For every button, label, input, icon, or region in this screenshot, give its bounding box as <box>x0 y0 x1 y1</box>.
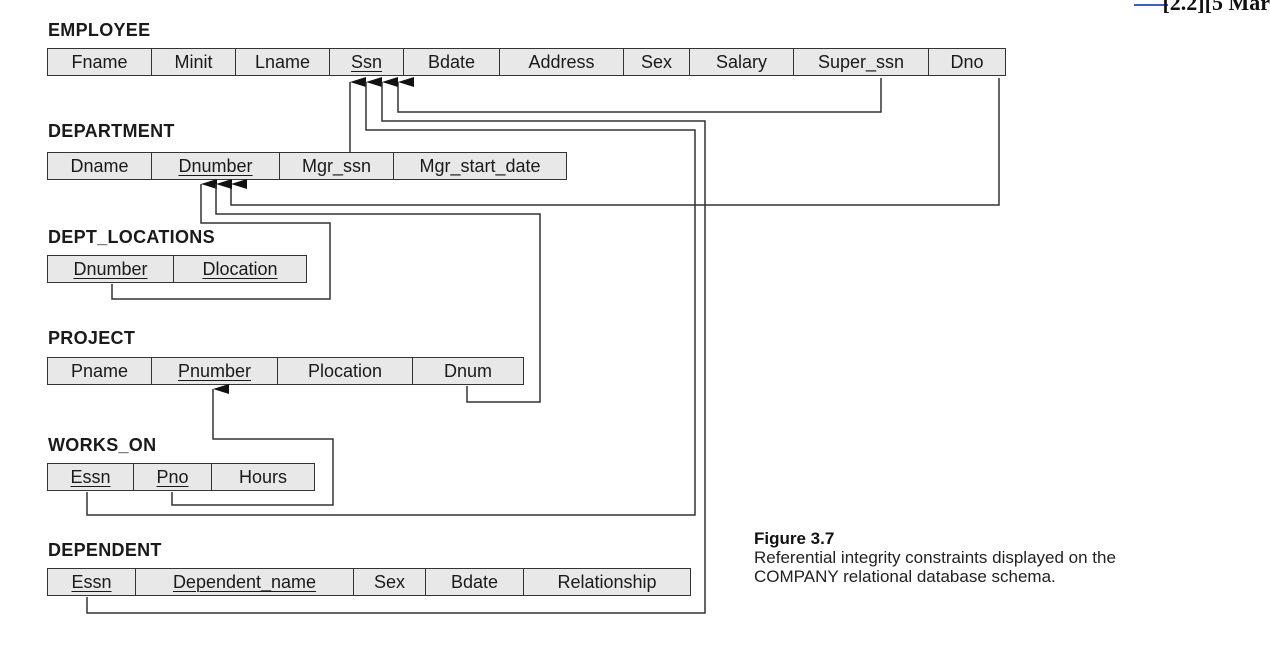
fk-line-pno-to-pnumber <box>171 384 334 506</box>
figure-description: Referential integrity constraints displa… <box>754 548 1116 586</box>
figure-number: Figure 3.7 <box>754 529 835 548</box>
fk-line-dnum-to-dnumber <box>215 179 541 403</box>
fk-line-dno-to-dnumber <box>230 78 1000 206</box>
fk-line-dependent-essn-to-ssn <box>86 77 706 614</box>
fk-line-dept-locations-to-dnumber <box>111 179 331 300</box>
figure-caption: Figure 3.7 Referential integrity constra… <box>754 529 1174 586</box>
fk-line-super-ssn-to-ssn <box>397 77 882 113</box>
